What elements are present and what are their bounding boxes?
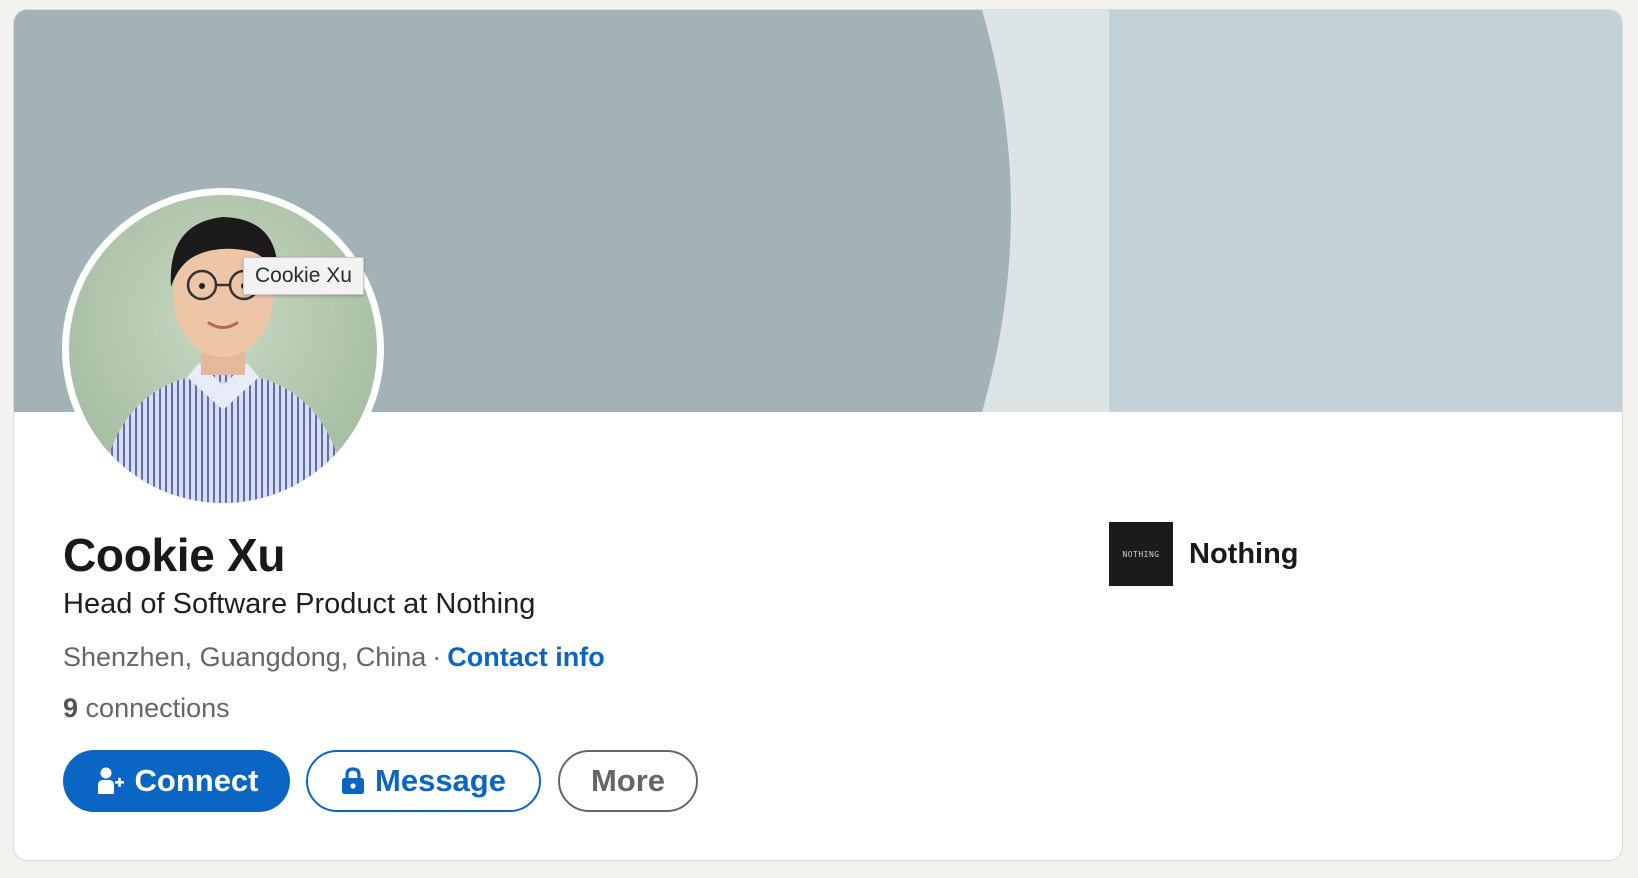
- profile-headline: Head of Software Product at Nothing: [63, 588, 536, 620]
- profile-photo-frame[interactable]: [62, 188, 384, 510]
- contact-info-link[interactable]: Contact info: [447, 642, 604, 672]
- message-button[interactable]: Message: [306, 750, 541, 812]
- avatar-tooltip: Cookie Xu: [243, 257, 364, 295]
- profile-photo[interactable]: [69, 195, 377, 503]
- connections-count: 9 connections: [63, 693, 230, 724]
- connect-button[interactable]: Connect: [63, 750, 290, 812]
- lock-icon: [341, 767, 365, 795]
- location-line: Shenzhen, Guangdong, China · Contact info: [63, 642, 605, 673]
- location-text: Shenzhen, Guangdong, China: [63, 642, 427, 672]
- separator-dot: ·: [432, 642, 442, 672]
- current-company[interactable]: NOTHING Nothing: [1109, 522, 1299, 586]
- company-name[interactable]: Nothing: [1189, 538, 1299, 571]
- connect-button-label: Connect: [134, 763, 259, 798]
- add-person-icon: [95, 766, 125, 796]
- profile-card: Cookie Xu Cookie Xu Head of Software Pro…: [13, 9, 1623, 861]
- connections-label: connections: [85, 693, 230, 723]
- profile-name: Cookie Xu: [63, 529, 286, 581]
- company-logo-text: NOTHING: [1122, 549, 1160, 559]
- company-logo[interactable]: NOTHING: [1109, 522, 1173, 586]
- connections-number: 9: [63, 693, 79, 723]
- more-button[interactable]: More: [558, 750, 698, 812]
- more-button-label: More: [590, 763, 666, 798]
- message-button-label: Message: [375, 763, 506, 798]
